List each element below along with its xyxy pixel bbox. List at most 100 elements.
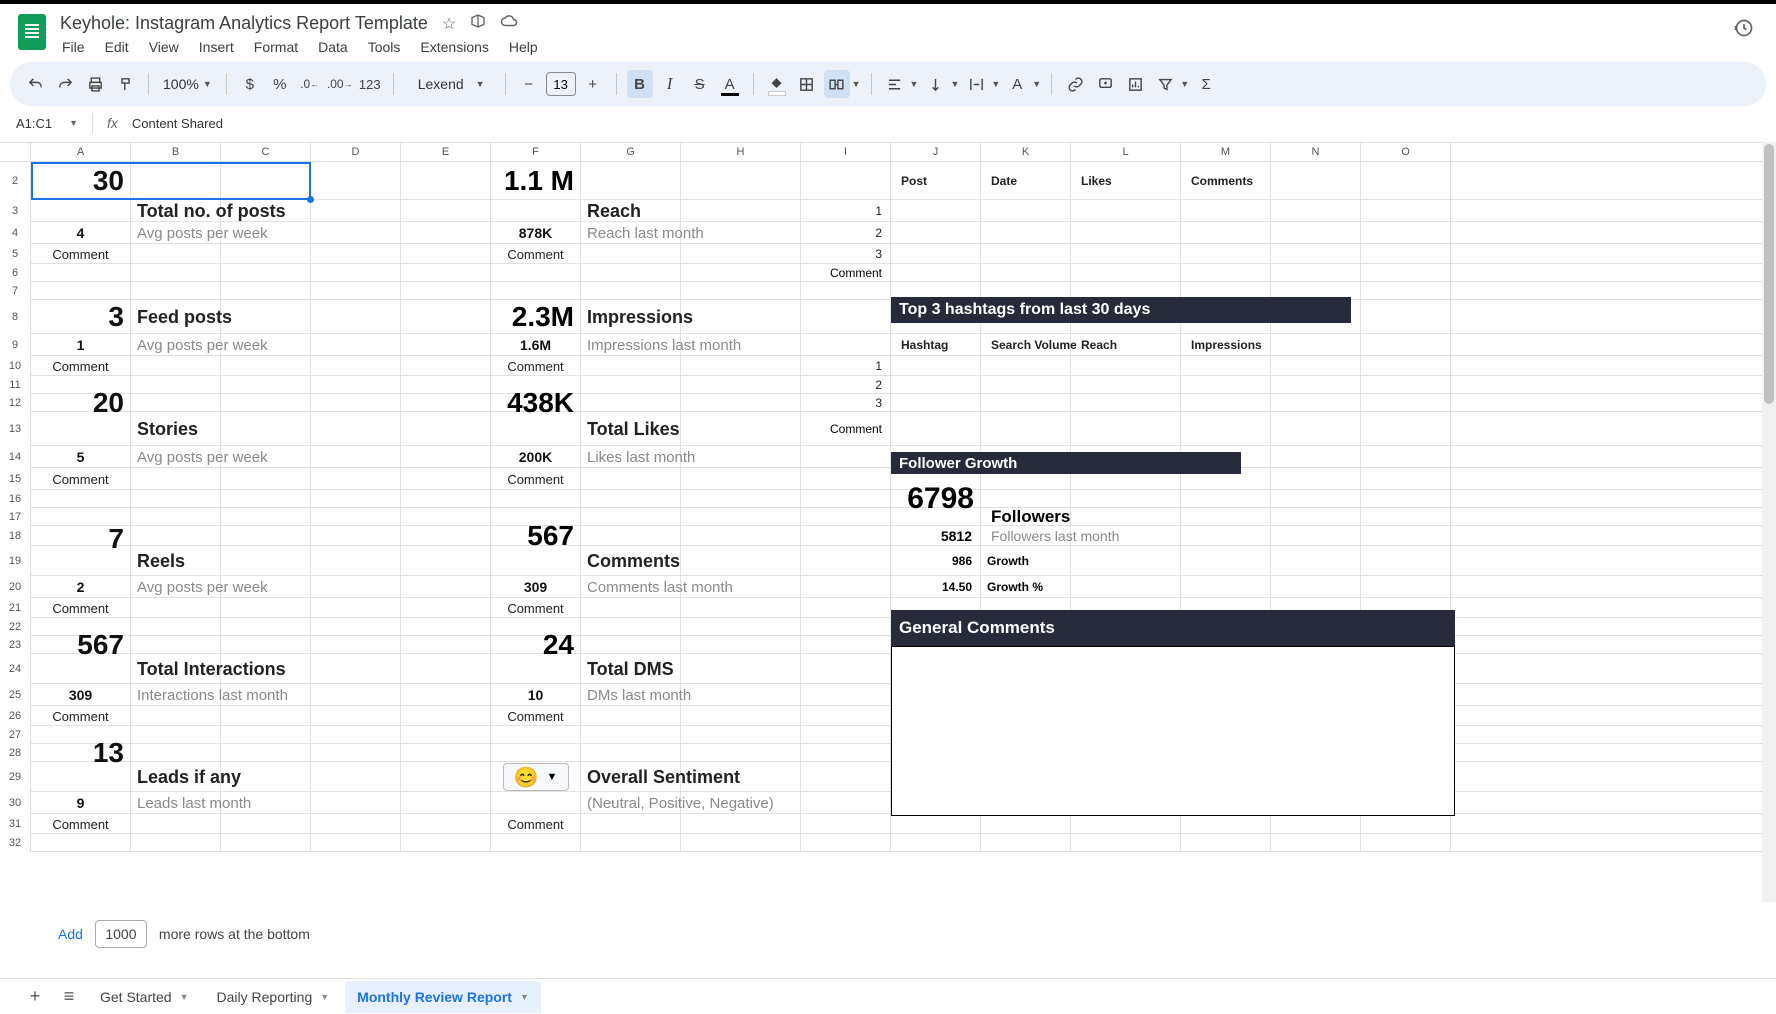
cell-A24[interactable] — [31, 654, 131, 684]
cell-N14[interactable] — [1271, 446, 1361, 468]
cell-F5[interactable]: Comment — [491, 244, 581, 264]
merge-button[interactable] — [824, 70, 850, 98]
cell-C9[interactable] — [221, 334, 311, 356]
cell-G31[interactable] — [581, 814, 681, 834]
cell-O31[interactable] — [1361, 814, 1451, 834]
cell-E5[interactable] — [401, 244, 491, 264]
cell-O9[interactable] — [1361, 334, 1451, 356]
general-comments-box[interactable] — [891, 646, 1455, 816]
rowhead-22[interactable]: 22 — [0, 618, 31, 636]
cell-M9[interactable]: Impressions — [1181, 334, 1271, 356]
cell-N16[interactable] — [1271, 490, 1361, 508]
decimal-decrease-button[interactable]: .0← — [297, 70, 323, 98]
rowhead-20[interactable]: 20 — [0, 576, 31, 598]
cell-J3[interactable] — [891, 200, 981, 222]
cell-G28[interactable] — [581, 744, 681, 762]
cell-E3[interactable] — [401, 200, 491, 222]
cell-H31[interactable] — [681, 814, 801, 834]
cell-O19[interactable] — [1361, 546, 1451, 576]
cell-C21[interactable] — [221, 598, 311, 618]
rowhead-32[interactable]: 32 — [0, 834, 31, 852]
cell-M11[interactable] — [1181, 376, 1271, 394]
cell-N2[interactable] — [1271, 162, 1361, 200]
cell-A14[interactable]: 5 — [31, 446, 131, 468]
cell-D7[interactable] — [311, 282, 401, 300]
cell-H16[interactable] — [681, 490, 801, 508]
colhead-I[interactable]: I — [801, 143, 891, 161]
cell-I29[interactable] — [801, 762, 891, 792]
cell-O4[interactable] — [1361, 222, 1451, 244]
cell-E22[interactable] — [401, 618, 491, 636]
cell-B18[interactable] — [131, 526, 221, 546]
cell-K11[interactable] — [981, 376, 1071, 394]
cell-E32[interactable] — [401, 834, 491, 852]
cell-E14[interactable] — [401, 446, 491, 468]
cell-M4[interactable] — [1181, 222, 1271, 244]
cell-O2[interactable] — [1361, 162, 1451, 200]
cell-D4[interactable] — [311, 222, 401, 244]
cell-B30[interactable]: Leads last month — [131, 792, 221, 814]
cell-H11[interactable] — [681, 376, 801, 394]
add-rows-input[interactable]: 1000 — [95, 920, 147, 948]
menu-format[interactable]: Format — [254, 39, 298, 55]
cell-I5[interactable]: 3 — [801, 244, 891, 264]
cell-L12[interactable] — [1071, 394, 1181, 412]
cell-K18[interactable]: Followers last month — [981, 526, 1071, 546]
cell-E13[interactable] — [401, 412, 491, 446]
cell-I9[interactable] — [801, 334, 891, 356]
cell-F8[interactable]: 2.3M — [491, 300, 581, 334]
formula-bar[interactable]: Content Shared — [132, 116, 223, 131]
cell-D24[interactable] — [311, 654, 401, 684]
cell-J6[interactable] — [891, 264, 981, 282]
cell-I3[interactable]: 1 — [801, 200, 891, 222]
cell-M6[interactable] — [1181, 264, 1271, 282]
cell-C10[interactable] — [221, 356, 311, 376]
cell-M17[interactable] — [1181, 508, 1271, 526]
cell-N20[interactable] — [1271, 576, 1361, 598]
rowhead-7[interactable]: 7 — [0, 282, 31, 300]
cell-A6[interactable] — [31, 264, 131, 282]
cell-A10[interactable]: Comment — [31, 356, 131, 376]
cell-L18[interactable] — [1071, 526, 1181, 546]
cell-D25[interactable] — [311, 684, 401, 706]
cell-C24[interactable] — [221, 654, 311, 684]
cell-H2[interactable] — [681, 162, 801, 200]
cell-C4[interactable] — [221, 222, 311, 244]
cell-N10[interactable] — [1271, 356, 1361, 376]
cell-H5[interactable] — [681, 244, 801, 264]
cell-B28[interactable] — [131, 744, 221, 762]
cell-G4[interactable]: Reach last month — [581, 222, 681, 244]
currency-button[interactable]: $ — [237, 70, 263, 98]
cell-H22[interactable] — [681, 618, 801, 636]
cell-I12[interactable]: 3 — [801, 394, 891, 412]
cell-E15[interactable] — [401, 468, 491, 490]
cell-C14[interactable] — [221, 446, 311, 468]
cell-H28[interactable] — [681, 744, 801, 762]
cell-B4[interactable]: Avg posts per week — [131, 222, 221, 244]
cell-N19[interactable] — [1271, 546, 1361, 576]
cell-K13[interactable] — [981, 412, 1071, 446]
cell-B5[interactable] — [131, 244, 221, 264]
cell-N4[interactable] — [1271, 222, 1361, 244]
cell-G7[interactable] — [581, 282, 681, 300]
cell-G16[interactable] — [581, 490, 681, 508]
cell-F30[interactable] — [491, 792, 581, 814]
rowhead-29[interactable]: 29 — [0, 762, 31, 792]
cell-K2[interactable]: Date — [981, 162, 1071, 200]
cell-E30[interactable] — [401, 792, 491, 814]
cell-A26[interactable]: Comment — [31, 706, 131, 726]
cell-G19[interactable]: Comments — [581, 546, 681, 576]
cell-O32[interactable] — [1361, 834, 1451, 852]
cell-A25[interactable]: 309 — [31, 684, 131, 706]
cell-I28[interactable] — [801, 744, 891, 762]
cell-A20[interactable]: 2 — [31, 576, 131, 598]
cell-I23[interactable] — [801, 636, 891, 654]
cell-C30[interactable] — [221, 792, 311, 814]
cell-I17[interactable] — [801, 508, 891, 526]
cell-D9[interactable] — [311, 334, 401, 356]
cell-M19[interactable] — [1181, 546, 1271, 576]
cell-A5[interactable]: Comment — [31, 244, 131, 264]
cell-E19[interactable] — [401, 546, 491, 576]
percent-button[interactable]: % — [267, 70, 293, 98]
cell-N5[interactable] — [1271, 244, 1361, 264]
